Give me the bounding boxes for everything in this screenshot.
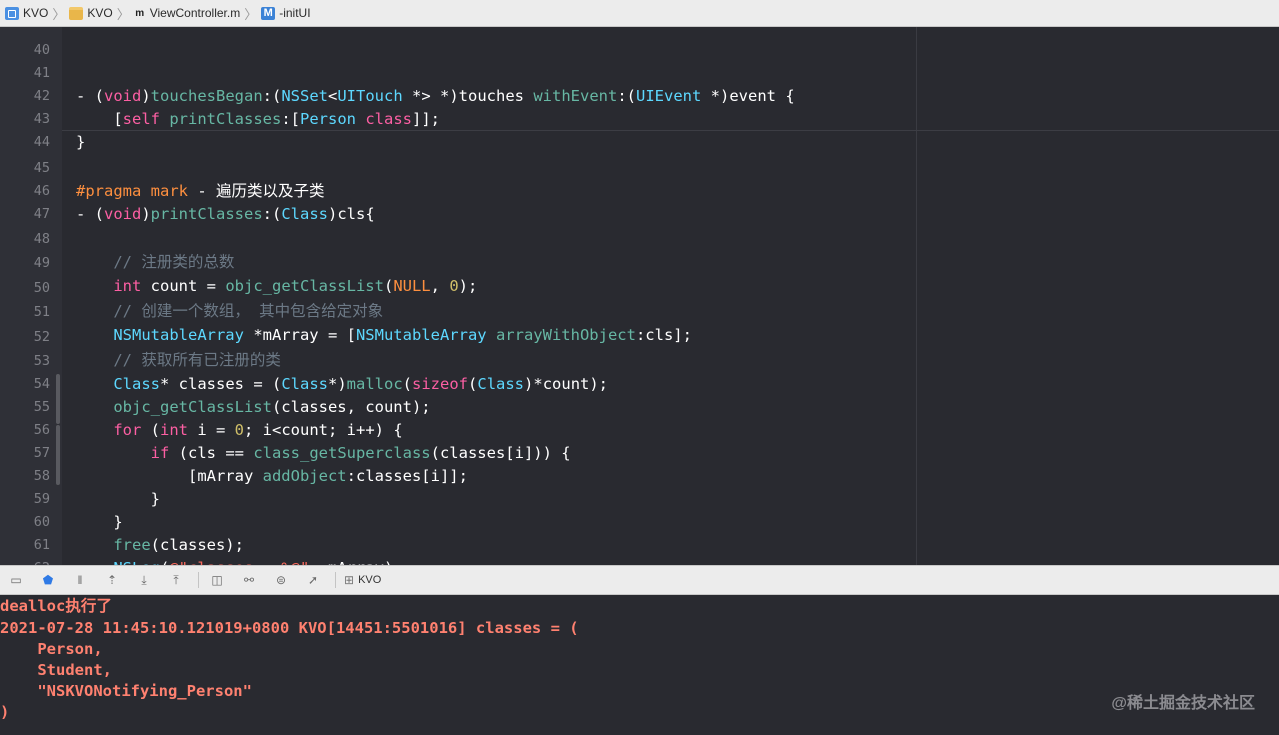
- pause-button[interactable]: ‖: [70, 572, 90, 588]
- crumb-folder[interactable]: KVO: [69, 6, 113, 20]
- step-over-button[interactable]: ⇡: [102, 572, 122, 588]
- code-line: 47: [0, 180, 1279, 222]
- crumb-folder-label: KVO: [87, 6, 113, 20]
- console-line: Person,: [0, 640, 103, 658]
- debug-bar: ▭ ⬟ ‖ ⇡ ⤓ ⤒ ◫ ⚯ ⊜ ➚ ⊞ KVO: [0, 565, 1279, 595]
- step-over-icon: ⇡: [106, 573, 118, 587]
- chevron-right-icon: 〉: [52, 6, 66, 22]
- code-line: 53 Class* classes = (Class*)malloc(sizeo…: [0, 327, 1279, 393]
- code-line: 42 [self printClasses:[Person class]];: [0, 62, 1279, 128]
- chevron-right-icon: 〉: [116, 6, 130, 22]
- project-icon: [5, 6, 19, 20]
- view-hierarchy-icon: ◫: [211, 573, 223, 587]
- hide-debug-area-button[interactable]: ▭: [6, 572, 26, 588]
- jump-bar: KVO 〉 KVO 〉 m ViewController.m 〉 M -init…: [0, 0, 1279, 27]
- watermark: @稀土掘金技术社区: [1111, 695, 1255, 712]
- memory-graph-icon: ⚯: [243, 573, 255, 587]
- code-line: 62 }: [0, 534, 1279, 565]
- step-out-button[interactable]: ⤒: [166, 572, 186, 588]
- simulate-location-button[interactable]: ➚: [303, 572, 323, 588]
- code-line: 48 // 注册类的总数: [0, 205, 1279, 271]
- view-hierarchy-button[interactable]: ◫: [207, 572, 227, 588]
- code-line: 40: [0, 27, 1279, 58]
- step-out-icon: ⤒: [173, 572, 179, 587]
- console-line: "NSKVONotifying_Person": [0, 682, 252, 700]
- pause-icon: ‖: [77, 573, 83, 587]
- crumb-method[interactable]: M -initUI: [261, 6, 311, 20]
- console-output[interactable]: dealloc执行了 2021-07-28 11:45:10.121019+08…: [0, 595, 1279, 735]
- code-line: 56 if (cls == class_getSuperclass(classe…: [0, 396, 1279, 462]
- console-line: 2021-07-28 11:45:10.121019+0800 KVO[1445…: [0, 619, 579, 637]
- code-line: 51 NSMutableArray *mArray = [NSMutableAr…: [0, 278, 1279, 344]
- console-line: ): [0, 703, 10, 721]
- code-line: 45 #pragma mark - 遍历类以及子类: [0, 134, 1279, 200]
- crumb-project-label: KVO: [23, 6, 49, 20]
- debug-area-icon: ▭: [10, 573, 22, 587]
- code-line: 54 objc_getClassList(classes, count);: [0, 350, 1279, 416]
- code-line: 44: [0, 108, 1279, 150]
- code-line: 50 // 创建一个数组， 其中包含给定对象: [0, 254, 1279, 320]
- folder-icon: [69, 6, 84, 20]
- code-line: 41 - (void)touchesBegan:(NSSet<UITouch *…: [0, 39, 1279, 105]
- breakpoint-icon: ⬟: [42, 573, 54, 587]
- code-line: 46 - (void)printClasses:(Class)cls{: [0, 157, 1279, 223]
- code-line: 49 int count = objc_getClassList(NULL, 0…: [0, 229, 1279, 295]
- debug-target-label: KVO: [358, 574, 382, 586]
- app-target-icon: ⊞: [344, 573, 355, 587]
- toolbar-divider: [198, 572, 199, 588]
- chevron-right-icon: 〉: [244, 6, 258, 22]
- code-editor[interactable]: 40 41 - (void)touchesBegan:(NSSet<UITouc…: [0, 27, 1279, 565]
- location-arrow-icon: ➚: [307, 573, 319, 587]
- environment-overrides-icon: ⊜: [275, 573, 287, 587]
- crumb-project[interactable]: KVO: [5, 6, 48, 20]
- crumb-file-label: ViewController.m: [149, 6, 241, 20]
- step-into-icon: ⤓: [141, 572, 147, 587]
- code-line: 43 }: [0, 85, 1279, 151]
- code-line: 52 // 获取所有已注册的类: [0, 303, 1279, 369]
- objc-file-icon: m: [135, 7, 145, 19]
- code-line: 60 free(classes);: [0, 488, 1279, 554]
- crumb-method-label: -initUI: [279, 6, 311, 20]
- console-line: Student,: [0, 661, 112, 679]
- crumb-file[interactable]: m ViewController.m: [134, 6, 240, 20]
- environment-overrides-button[interactable]: ⊜: [271, 572, 291, 588]
- breakpoints-toggle-button[interactable]: ⬟: [38, 572, 58, 588]
- code-line: 59 }: [0, 465, 1279, 531]
- debug-target[interactable]: ⊞ KVO: [344, 573, 381, 587]
- code-line: 61 NSLog(@"classes = %@", mArray);: [0, 511, 1279, 565]
- code-line: 63: [0, 557, 1279, 565]
- toolbar-divider: [335, 572, 336, 588]
- code-line: 57 [mArray addObject:classes[i]];: [0, 419, 1279, 485]
- memory-graph-button[interactable]: ⚯: [239, 572, 259, 588]
- console-line: dealloc执行了: [0, 597, 112, 615]
- step-into-button[interactable]: ⤓: [134, 572, 154, 588]
- code-line: 58 }: [0, 442, 1279, 508]
- code-line: 55 for (int i = 0; i<count; i++) {: [0, 373, 1279, 439]
- method-icon: M: [261, 6, 276, 20]
